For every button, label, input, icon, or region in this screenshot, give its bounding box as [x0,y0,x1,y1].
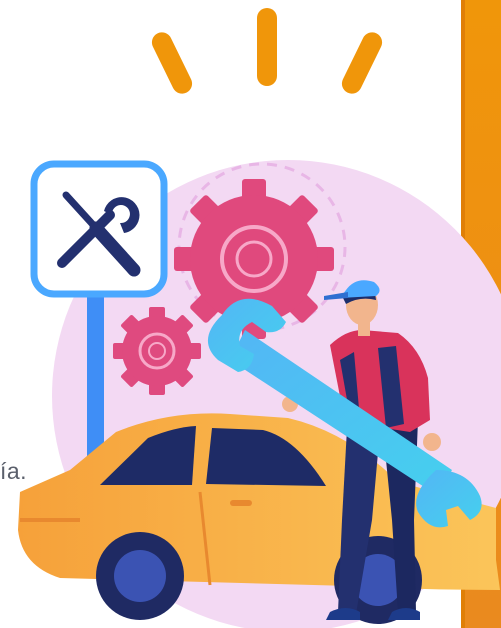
small-gear-icon [113,307,201,395]
hero-illustration: ía. [0,0,501,628]
light-burst-icon [151,8,383,94]
illustration-svg [18,8,501,628]
tools-sign-icon [30,160,168,298]
